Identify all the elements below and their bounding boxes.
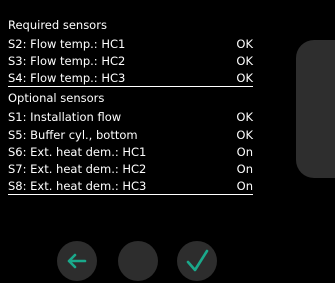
scrollbar[interactable] [296,40,335,178]
sensor-label: S1: Installation flow [8,110,122,124]
sensor-row-s7: S7: Ext. heat dem.: HC2 On [8,161,253,177]
back-button[interactable] [57,241,97,281]
middle-button[interactable] [118,241,158,281]
confirm-button[interactable] [177,241,217,281]
sensor-label: S2: Flow temp.: HC1 [8,37,126,51]
sensor-label: S8: Ext. heat dem.: HC3 [8,179,147,193]
sensor-status: OK [236,37,253,51]
sensor-row-s4: S4: Flow temp.: HC3 OK [8,70,253,87]
sensor-label: S7: Ext. heat dem.: HC2 [8,162,147,176]
sensor-row-s8: S8: Ext. heat dem.: HC3 On [8,178,253,195]
sensor-row-s1: S1: Installation flow OK [8,109,253,125]
arrow-left-icon [67,253,87,269]
sensor-status: OK [236,110,253,124]
sensor-label: S4: Flow temp.: HC3 [8,71,126,85]
sensor-row-s2: S2: Flow temp.: HC1 OK [8,36,253,52]
sensor-status: On [236,179,253,193]
checkmark-icon [186,249,209,272]
sensor-row-s6: S6: Ext. heat dem.: HC1 On [8,144,253,160]
sensor-status: OK [236,71,253,85]
sensor-label: S6: Ext. heat dem.: HC1 [8,145,147,159]
sensor-label: S5: Buffer cyl., bottom [8,128,138,142]
sensor-row-s5: S5: Buffer cyl., bottom OK [8,127,253,143]
sensor-label: S3: Flow temp.: HC2 [8,54,126,68]
sensor-row-s3: S3: Flow temp.: HC2 OK [8,53,253,69]
sensor-status: OK [236,128,253,142]
optional-sensors-heading: Optional sensors [8,91,105,105]
sensor-status: On [236,145,253,159]
sensor-status-screen: Required sensors S2: Flow temp.: HC1 OK … [0,0,335,283]
required-sensors-heading: Required sensors [8,18,107,32]
sensor-status: On [236,162,253,176]
sensor-status: OK [236,54,253,68]
